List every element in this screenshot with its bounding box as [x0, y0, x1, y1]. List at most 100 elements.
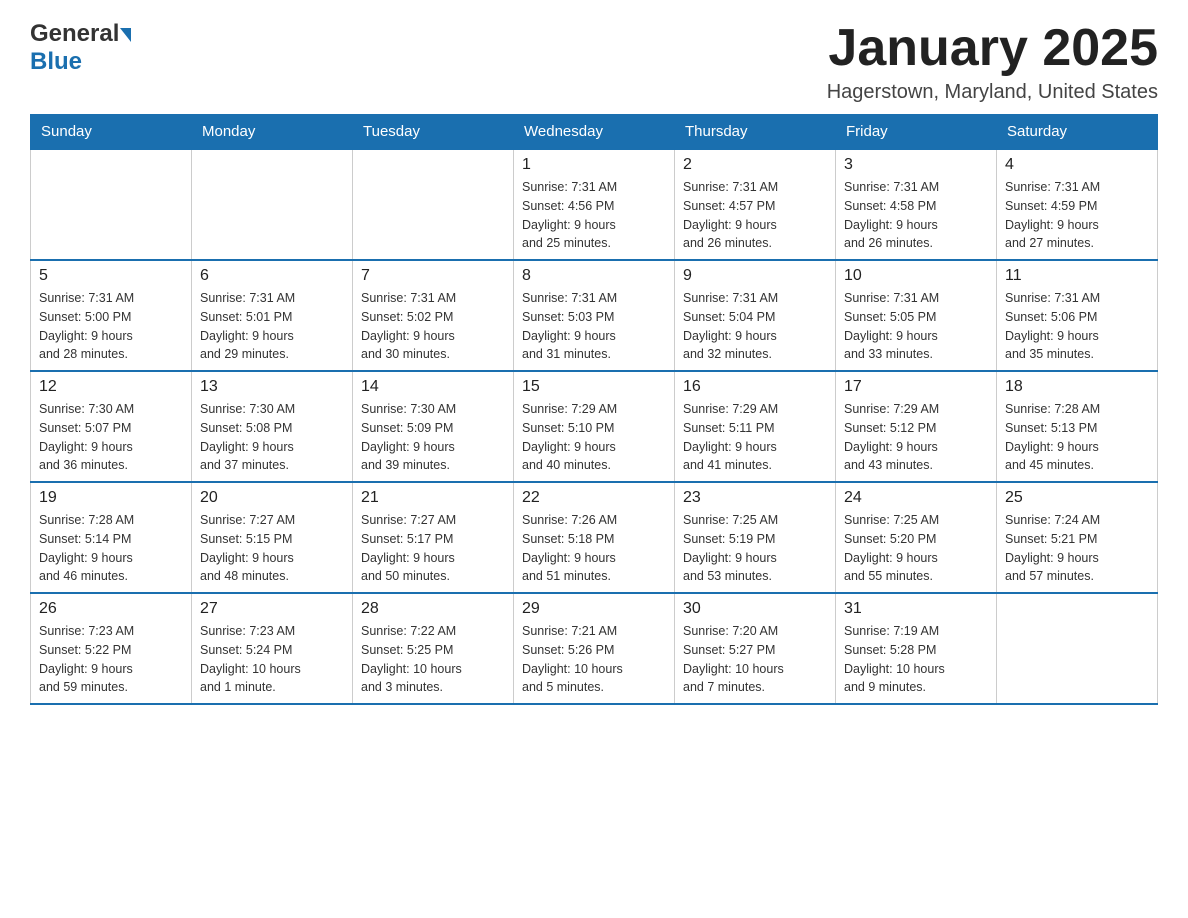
calendar-day-header: Friday	[836, 115, 997, 150]
day-info-text: Sunrise: 7:31 AM Sunset: 5:05 PM Dayligh…	[844, 289, 988, 364]
day-info-text: Sunrise: 7:21 AM Sunset: 5:26 PM Dayligh…	[522, 622, 666, 697]
logo-general-text: General	[30, 20, 131, 48]
day-number: 4	[1005, 156, 1149, 174]
logo-general-label: General	[30, 20, 119, 48]
calendar-day-cell: 10 Sunrise: 7:31 AM Sunset: 5:05 PM Dayli…	[836, 260, 997, 371]
day-info-text: Sunrise: 7:31 AM Sunset: 4:56 PM Dayligh…	[522, 178, 666, 253]
calendar-day-cell: 2 Sunrise: 7:31 AM Sunset: 4:57 PM Daylig…	[675, 149, 836, 260]
calendar-table: SundayMondayTuesdayWednesdayThursdayFrid…	[30, 114, 1158, 705]
day-number: 3	[844, 156, 988, 174]
day-number: 18	[1005, 378, 1149, 396]
day-number: 7	[361, 267, 505, 285]
day-number: 27	[200, 600, 344, 618]
calendar-week-row: 19 Sunrise: 7:28 AM Sunset: 5:14 PM Dayli…	[31, 482, 1158, 593]
day-info-text: Sunrise: 7:19 AM Sunset: 5:28 PM Dayligh…	[844, 622, 988, 697]
day-number: 9	[683, 267, 827, 285]
calendar-day-cell: 18 Sunrise: 7:28 AM Sunset: 5:13 PM Dayli…	[997, 371, 1158, 482]
calendar-week-row: 26Sunrise: 7:23 AM Sunset: 5:22 PM Dayli…	[31, 593, 1158, 704]
calendar-day-cell: 31 Sunrise: 7:19 AM Sunset: 5:28 PM Dayli…	[836, 593, 997, 704]
calendar-day-cell: 7 Sunrise: 7:31 AM Sunset: 5:02 PM Daylig…	[353, 260, 514, 371]
day-number: 1	[522, 156, 666, 174]
calendar-day-cell: 11 Sunrise: 7:31 AM Sunset: 5:06 PM Dayli…	[997, 260, 1158, 371]
calendar-day-cell: 24 Sunrise: 7:25 AM Sunset: 5:20 PM Dayli…	[836, 482, 997, 593]
calendar-day-cell: 19 Sunrise: 7:28 AM Sunset: 5:14 PM Dayli…	[31, 482, 192, 593]
location-text: Hagerstown, Maryland, United States	[827, 81, 1158, 104]
day-info-text: Sunrise: 7:24 AM Sunset: 5:21 PM Dayligh…	[1005, 511, 1149, 586]
day-info-text: Sunrise: 7:29 AM Sunset: 5:10 PM Dayligh…	[522, 400, 666, 475]
calendar-day-cell: 21 Sunrise: 7:27 AM Sunset: 5:17 PM Dayli…	[353, 482, 514, 593]
day-number: 20	[200, 489, 344, 507]
title-block: January 2025 Hagerstown, Maryland, Unite…	[827, 20, 1158, 104]
day-number: 2	[683, 156, 827, 174]
calendar-day-cell: 29 Sunrise: 7:21 AM Sunset: 5:26 PM Dayli…	[514, 593, 675, 704]
day-number: 6	[200, 267, 344, 285]
calendar-day-cell: 3 Sunrise: 7:31 AM Sunset: 4:58 PM Daylig…	[836, 149, 997, 260]
calendar-day-cell: 23Sunrise: 7:25 AM Sunset: 5:19 PM Dayli…	[675, 482, 836, 593]
day-info-text: Sunrise: 7:31 AM Sunset: 5:04 PM Dayligh…	[683, 289, 827, 364]
day-info-text: Sunrise: 7:31 AM Sunset: 4:58 PM Dayligh…	[844, 178, 988, 253]
day-info-text: Sunrise: 7:25 AM Sunset: 5:20 PM Dayligh…	[844, 511, 988, 586]
day-info-text: Sunrise: 7:31 AM Sunset: 5:06 PM Dayligh…	[1005, 289, 1149, 364]
calendar-day-header: Monday	[192, 115, 353, 150]
calendar-day-cell	[31, 149, 192, 260]
calendar-day-header: Sunday	[31, 115, 192, 150]
day-number: 22	[522, 489, 666, 507]
calendar-day-cell: 15 Sunrise: 7:29 AM Sunset: 5:10 PM Dayli…	[514, 371, 675, 482]
day-info-text: Sunrise: 7:20 AM Sunset: 5:27 PM Dayligh…	[683, 622, 827, 697]
day-number: 12	[39, 378, 183, 396]
day-info-text: Sunrise: 7:31 AM Sunset: 5:02 PM Dayligh…	[361, 289, 505, 364]
calendar-day-cell: 6 Sunrise: 7:31 AM Sunset: 5:01 PM Daylig…	[192, 260, 353, 371]
calendar-day-header: Tuesday	[353, 115, 514, 150]
day-number: 31	[844, 600, 988, 618]
calendar-day-cell: 20 Sunrise: 7:27 AM Sunset: 5:15 PM Dayli…	[192, 482, 353, 593]
calendar-day-header: Saturday	[997, 115, 1158, 150]
day-number: 21	[361, 489, 505, 507]
day-info-text: Sunrise: 7:31 AM Sunset: 5:03 PM Dayligh…	[522, 289, 666, 364]
calendar-day-cell: 27 Sunrise: 7:23 AM Sunset: 5:24 PM Dayli…	[192, 593, 353, 704]
calendar-header-row: SundayMondayTuesdayWednesdayThursdayFrid…	[31, 115, 1158, 150]
calendar-week-row: 12 Sunrise: 7:30 AM Sunset: 5:07 PM Dayli…	[31, 371, 1158, 482]
day-number: 29	[522, 600, 666, 618]
day-info-text: Sunrise: 7:31 AM Sunset: 5:01 PM Dayligh…	[200, 289, 344, 364]
day-number: 16	[683, 378, 827, 396]
day-info-text: Sunrise: 7:28 AM Sunset: 5:14 PM Dayligh…	[39, 511, 183, 586]
day-number: 11	[1005, 267, 1149, 285]
calendar-day-cell	[997, 593, 1158, 704]
calendar-day-cell: 13 Sunrise: 7:30 AM Sunset: 5:08 PM Dayli…	[192, 371, 353, 482]
calendar-day-cell: 5 Sunrise: 7:31 AM Sunset: 5:00 PM Daylig…	[31, 260, 192, 371]
day-info-text: Sunrise: 7:31 AM Sunset: 5:00 PM Dayligh…	[39, 289, 183, 364]
calendar-day-cell: 16 Sunrise: 7:29 AM Sunset: 5:11 PM Dayli…	[675, 371, 836, 482]
day-info-text: Sunrise: 7:26 AM Sunset: 5:18 PM Dayligh…	[522, 511, 666, 586]
calendar-day-cell: 26Sunrise: 7:23 AM Sunset: 5:22 PM Dayli…	[31, 593, 192, 704]
calendar-day-cell: 14Sunrise: 7:30 AM Sunset: 5:09 PM Dayli…	[353, 371, 514, 482]
day-info-text: Sunrise: 7:31 AM Sunset: 4:59 PM Dayligh…	[1005, 178, 1149, 253]
day-number: 24	[844, 489, 988, 507]
day-info-text: Sunrise: 7:27 AM Sunset: 5:15 PM Dayligh…	[200, 511, 344, 586]
day-info-text: Sunrise: 7:29 AM Sunset: 5:11 PM Dayligh…	[683, 400, 827, 475]
day-number: 19	[39, 489, 183, 507]
calendar-day-cell: 9 Sunrise: 7:31 AM Sunset: 5:04 PM Daylig…	[675, 260, 836, 371]
day-number: 13	[200, 378, 344, 396]
calendar-day-header: Wednesday	[514, 115, 675, 150]
day-info-text: Sunrise: 7:25 AM Sunset: 5:19 PM Dayligh…	[683, 511, 827, 586]
day-info-text: Sunrise: 7:27 AM Sunset: 5:17 PM Dayligh…	[361, 511, 505, 586]
day-info-text: Sunrise: 7:31 AM Sunset: 4:57 PM Dayligh…	[683, 178, 827, 253]
calendar-day-cell: 30Sunrise: 7:20 AM Sunset: 5:27 PM Dayli…	[675, 593, 836, 704]
day-number: 15	[522, 378, 666, 396]
day-number: 5	[39, 267, 183, 285]
logo-blue-label: Blue	[30, 48, 131, 76]
day-number: 8	[522, 267, 666, 285]
day-info-text: Sunrise: 7:30 AM Sunset: 5:08 PM Dayligh…	[200, 400, 344, 475]
calendar-day-cell: 4 Sunrise: 7:31 AM Sunset: 4:59 PM Daylig…	[997, 149, 1158, 260]
day-number: 10	[844, 267, 988, 285]
calendar-day-header: Thursday	[675, 115, 836, 150]
calendar-day-cell: 22 Sunrise: 7:26 AM Sunset: 5:18 PM Dayli…	[514, 482, 675, 593]
day-info-text: Sunrise: 7:23 AM Sunset: 5:24 PM Dayligh…	[200, 622, 344, 697]
day-info-text: Sunrise: 7:30 AM Sunset: 5:07 PM Dayligh…	[39, 400, 183, 475]
calendar-week-row: 1 Sunrise: 7:31 AM Sunset: 4:56 PM Daylig…	[31, 149, 1158, 260]
day-info-text: Sunrise: 7:30 AM Sunset: 5:09 PM Dayligh…	[361, 400, 505, 475]
page-header: General Blue January 2025 Hagerstown, Ma…	[30, 20, 1158, 104]
day-info-text: Sunrise: 7:28 AM Sunset: 5:13 PM Dayligh…	[1005, 400, 1149, 475]
calendar-day-cell: 1 Sunrise: 7:31 AM Sunset: 4:56 PM Daylig…	[514, 149, 675, 260]
day-number: 17	[844, 378, 988, 396]
